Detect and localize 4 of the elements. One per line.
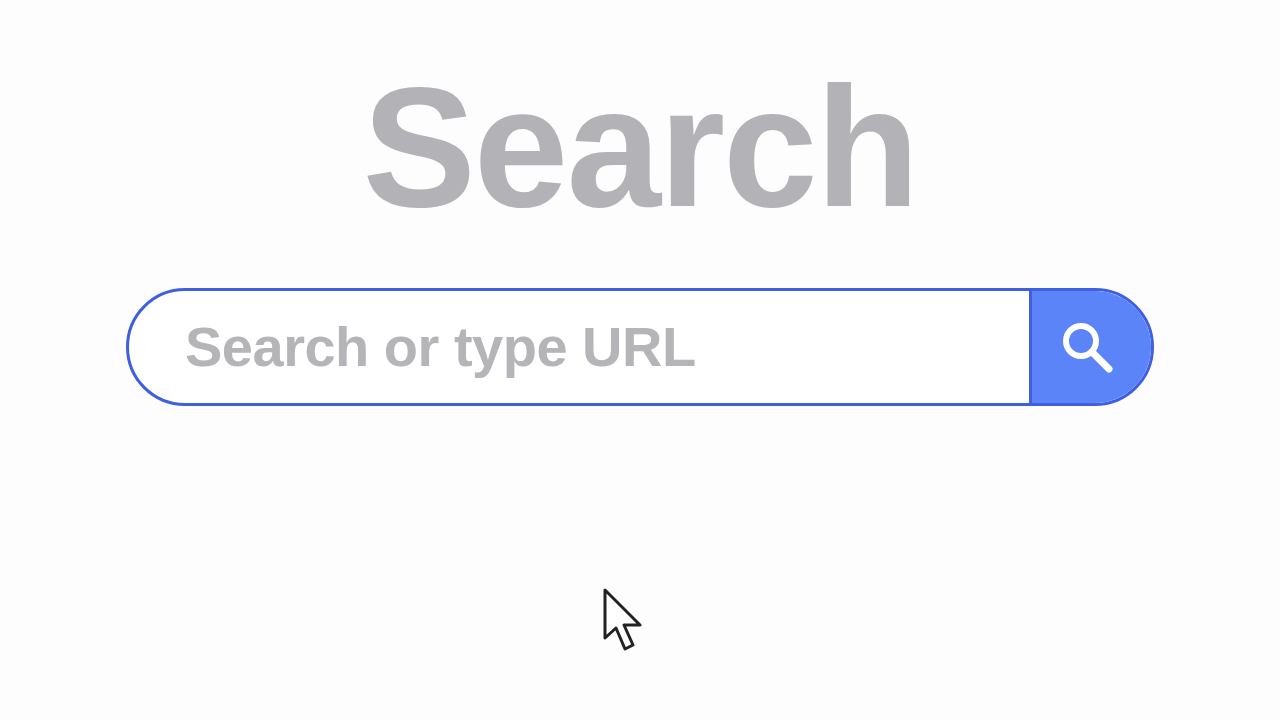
search-field[interactable]: Search or type URL	[129, 291, 1029, 403]
search-button[interactable]	[1029, 291, 1151, 403]
page-title: Search	[362, 62, 918, 232]
search-bar[interactable]: Search or type URL	[126, 288, 1154, 406]
